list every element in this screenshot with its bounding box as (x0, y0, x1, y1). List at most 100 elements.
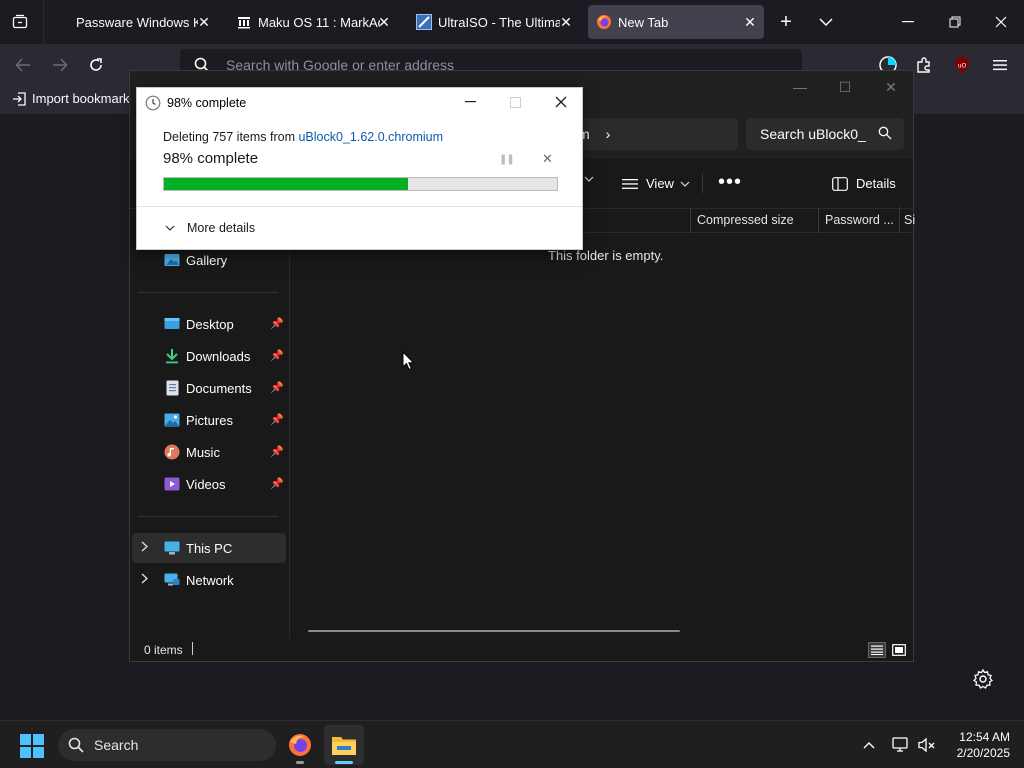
import-icon (13, 91, 26, 106)
nav-item-network[interactable]: Network (132, 565, 286, 595)
progress-bar-fill (164, 178, 408, 190)
cancel-operation-icon[interactable]: ✕ (542, 151, 553, 167)
music-icon (164, 444, 180, 460)
minimize-window-icon[interactable] (896, 12, 920, 32)
tab-overflow-icon[interactable] (814, 12, 838, 32)
deleting-prefix: Deleting 757 items from (163, 130, 299, 144)
tab-new-tab[interactable]: New Tab ✕ (588, 5, 764, 39)
close-tab-icon[interactable]: ✕ (376, 14, 392, 30)
import-bookmarks-button[interactable]: Import bookmarks (12, 91, 136, 106)
nav-item-label: This PC (186, 540, 233, 556)
close-tab-icon[interactable]: ✕ (558, 14, 574, 30)
large-icons-view-icon[interactable] (890, 642, 908, 658)
pin-icon[interactable]: 📌 (270, 349, 284, 362)
explorer-status-bar: 0 items (130, 639, 913, 661)
maximize-window-icon[interactable]: ☐ (833, 77, 857, 97)
pin-icon[interactable]: 📌 (270, 477, 284, 490)
nav-item-desktop[interactable]: Desktop 📌 (136, 309, 286, 339)
back-icon[interactable] (12, 54, 34, 76)
restore-window-icon[interactable] (943, 12, 967, 32)
network-status-icon[interactable] (890, 735, 912, 755)
nav-item-documents[interactable]: Documents 📌 (136, 373, 286, 403)
minimize-window-icon[interactable]: — (788, 77, 812, 97)
nav-item-label: Videos (186, 476, 226, 492)
taskbar-search-box[interactable]: Search (58, 729, 276, 761)
taskbar-firefox[interactable] (280, 725, 320, 765)
reload-icon[interactable] (85, 54, 107, 76)
details-label: Details (856, 176, 896, 191)
windows-start-icon[interactable] (20, 734, 44, 758)
explorer-search-input[interactable]: Search uBlock0_ (746, 118, 904, 150)
menu-icon[interactable] (989, 54, 1011, 76)
ublock-origin-icon[interactable]: uO (951, 54, 973, 76)
dialog-title-bar: 98% complete (145, 94, 246, 112)
nav-item-music[interactable]: Music 📌 (136, 437, 286, 467)
view-label: View (646, 176, 674, 191)
column-compressed-size[interactable]: Compressed size (697, 213, 794, 227)
navigation-pane: Gallery Desktop 📌 Downloads 📌 Documents … (130, 233, 290, 639)
nav-item-pictures[interactable]: Pictures 📌 (136, 405, 286, 435)
tab-title: New Tab (618, 14, 669, 30)
breadcrumb[interactable]: m › (570, 118, 738, 150)
nav-item-downloads[interactable]: Downloads 📌 (136, 341, 286, 371)
settings-icon[interactable] (972, 668, 994, 690)
nav-item-label: Pictures (186, 412, 233, 428)
chevron-down-icon (165, 225, 175, 231)
pin-icon[interactable]: 📌 (270, 445, 284, 458)
breadcrumb-chevron-icon[interactable]: › (606, 126, 611, 142)
pin-icon[interactable]: 📌 (270, 317, 284, 330)
close-dialog-icon[interactable] (548, 92, 574, 112)
view-button[interactable]: View (622, 176, 690, 191)
taskbar-file-explorer[interactable] (324, 725, 364, 765)
column-password[interactable]: Password ... (825, 213, 894, 227)
chevron-right-icon[interactable] (141, 573, 149, 587)
sort-chevron-icon[interactable] (584, 176, 594, 182)
svg-text:uO: uO (958, 63, 967, 70)
close-tab-icon[interactable]: ✕ (742, 14, 758, 30)
new-tab-icon[interactable]: + (774, 11, 798, 33)
tab-separator (43, 0, 44, 44)
tab-ultraiso[interactable]: UltraISO - The Ultimate ✕ (408, 5, 580, 39)
column-size[interactable]: Si (904, 213, 915, 227)
show-hidden-icons-icon[interactable] (860, 735, 878, 755)
nav-item-label: Documents (186, 380, 252, 396)
horizontal-scrollbar[interactable] (308, 630, 680, 632)
empty-folder-message: This folder is empty. (548, 248, 664, 263)
pictures-icon (164, 412, 180, 428)
nav-item-videos[interactable]: Videos 📌 (136, 469, 286, 499)
more-details-button[interactable]: More details (165, 221, 255, 235)
view-icon (622, 178, 638, 189)
pause-icon[interactable]: ❚❚ (499, 154, 515, 165)
clock-date: 2/20/2025 (956, 746, 1010, 760)
more-options-icon[interactable]: ••• (718, 171, 742, 194)
list-all-tabs-icon[interactable] (8, 10, 32, 34)
pin-icon[interactable]: 📌 (270, 381, 284, 394)
extensions-icon[interactable] (913, 54, 935, 76)
mouse-cursor-icon (402, 351, 415, 371)
chevron-right-icon[interactable] (141, 541, 149, 555)
documents-icon (164, 380, 180, 396)
taskbar-clock[interactable]: 12:54 AM 2/20/2025 (940, 729, 1010, 761)
forward-icon[interactable] (49, 54, 71, 76)
close-window-icon[interactable] (989, 12, 1013, 32)
file-explorer-icon (332, 737, 356, 755)
details-pane-button[interactable]: Details (832, 176, 896, 191)
minimize-dialog-icon[interactable] (457, 92, 483, 112)
pin-icon[interactable]: 📌 (270, 413, 284, 426)
source-folder-link[interactable]: uBlock0_1.62.0.chromium (298, 130, 443, 144)
volume-muted-icon[interactable] (916, 735, 938, 755)
downloads-icon (164, 348, 180, 364)
details-view-icon[interactable] (868, 642, 886, 658)
more-details-label: More details (187, 221, 256, 235)
close-window-icon[interactable]: ✕ (879, 77, 903, 97)
close-tab-icon[interactable]: ✕ (196, 14, 212, 30)
tab-maku-os[interactable]: Maku OS 11 : MarkAdd ✕ (228, 5, 398, 39)
nav-item-this-pc[interactable]: This PC (132, 533, 286, 563)
status-divider (192, 642, 193, 655)
delete-progress-dialog: 98% complete Deleting 757 items from uBl… (136, 87, 583, 250)
progress-bar (163, 177, 558, 191)
maximize-dialog-icon (502, 92, 528, 112)
firefox-icon (289, 734, 311, 756)
nav-item-label: Network (186, 572, 234, 588)
tab-passware[interactable]: Passware Windows Key ✕ (68, 5, 218, 39)
